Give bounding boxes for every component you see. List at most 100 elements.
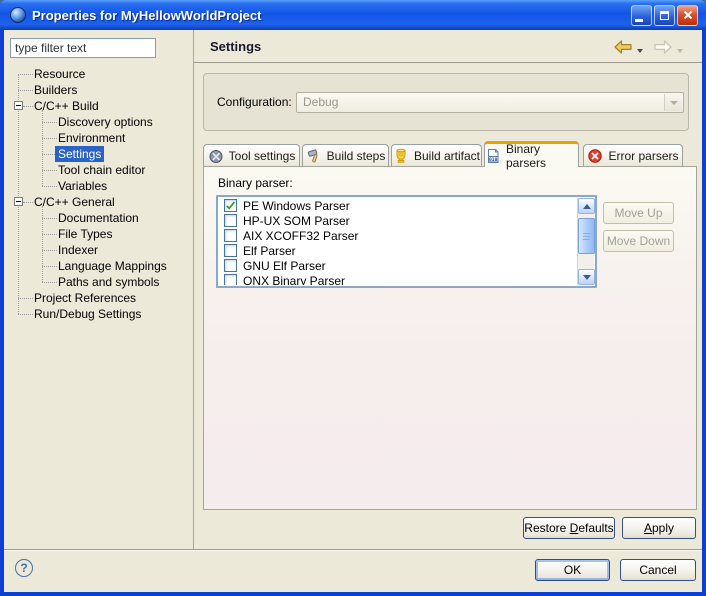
parser-label: HP-UX SOM Parser [243,214,350,228]
tab-label: Binary parsers [506,142,578,170]
ok-button[interactable]: OK [535,559,610,581]
scroll-down-icon[interactable] [578,269,595,285]
back-arrow-icon[interactable] [612,39,634,60]
checkbox-unchecked-icon[interactable] [224,244,237,257]
parser-row-elf-parser[interactable]: Elf Parser [219,243,577,258]
tree-item-run-debug-settings[interactable]: Run/Debug Settings [4,306,193,322]
tab-build-steps[interactable]: Build steps [302,144,389,166]
parser-label: Elf Parser [243,244,296,258]
dialog-client-area: ResourceBuildersC/C++ BuildDiscovery opt… [4,30,702,592]
scroll-up-icon[interactable] [578,198,595,214]
parser-label: QNX Binary Parser [243,274,345,286]
tree-item-discovery-options[interactable]: Discovery options [4,114,193,130]
tree-item-indexer[interactable]: Indexer [4,242,193,258]
help-button[interactable]: ? [15,559,33,577]
tab-label: Tool settings [229,149,296,163]
build-steps-icon [306,148,322,164]
tree-item-label: Settings [55,146,104,162]
tree-item-c-c-general[interactable]: C/C++ General [4,194,193,210]
error-parsers-icon [587,148,603,164]
close-button[interactable] [677,5,698,26]
tree-item-label: Variables [55,178,110,194]
restore-defaults-button[interactable]: Restore Defaults [523,517,615,539]
tab-label: Build steps [327,149,386,163]
scrollbar[interactable] [577,198,594,285]
tree-item-label: Documentation [55,210,142,226]
checkbox-unchecked-icon[interactable] [224,214,237,227]
tree-expander-icon[interactable] [14,197,23,206]
configuration-label: Configuration: [217,95,292,109]
tree-item-paths-and-symbols[interactable]: Paths and symbols [4,274,193,290]
binary-parser-label: Binary parser: [218,176,293,190]
tree-item-resource[interactable]: Resource [4,66,193,82]
tree-item-settings[interactable]: Settings [4,146,193,162]
tree-item-label: Language Mappings [55,258,170,274]
tab-binary-parsers[interactable]: 010 Binary parsers [484,141,579,167]
move-down-button[interactable]: Move Down [603,230,674,252]
filter-input[interactable] [10,38,156,58]
tool-settings-icon [208,148,224,164]
combo-arrow-icon [664,94,682,111]
back-dropdown-icon[interactable] [637,49,643,53]
parser-row-pe-windows-parser[interactable]: PE Windows Parser [219,198,577,213]
parser-row-qnx-binary-parser[interactable]: QNX Binary Parser [219,273,577,285]
forward-arrow-icon[interactable] [652,39,674,60]
configuration-group: Configuration: Debug [203,73,689,131]
parser-label: GNU Elf Parser [243,259,326,273]
binary-parser-list: PE Windows ParserHP-UX SOM ParserAIX XCO… [216,195,597,288]
maximize-button[interactable] [654,5,675,26]
history-nav [612,39,683,60]
tree-item-file-types[interactable]: File Types [4,226,193,242]
tree-item-language-mappings[interactable]: Language Mappings [4,258,193,274]
tree-item-label: C/C++ General [31,194,118,210]
tree-expander-icon[interactable] [14,101,23,110]
cancel-button[interactable]: Cancel [620,559,696,581]
tree-item-documentation[interactable]: Documentation [4,210,193,226]
forward-dropdown-icon[interactable] [677,49,683,53]
eclipse-app-icon [10,7,26,23]
tree-item-label: Discovery options [55,114,156,130]
binary-parser-rows: PE Windows ParserHP-UX SOM ParserAIX XCO… [219,198,577,285]
tree-item-environment[interactable]: Environment [4,130,193,146]
build-artifact-icon [393,148,409,164]
tree-item-label: File Types [55,226,115,242]
tab-label: Error parsers [608,149,678,163]
tab-bar: Tool settingsBuild stepsBuild artifact01… [203,144,697,166]
tab-error-parsers[interactable]: Error parsers [583,144,683,166]
checkbox-unchecked-icon[interactable] [224,259,237,272]
parser-row-hp-ux-som-parser[interactable]: HP-UX SOM Parser [219,213,577,228]
svg-text:010: 010 [489,157,498,163]
parser-row-aix-xcoff32-parser[interactable]: AIX XCOFF32 Parser [219,228,577,243]
configuration-select[interactable]: Debug [296,92,684,113]
tab-tool-settings[interactable]: Tool settings [203,144,300,166]
sidebar-divider [193,30,194,549]
tab-build-artifact[interactable]: Build artifact [391,144,482,166]
page-title: Settings [210,39,261,54]
titlebar[interactable]: Properties for MyHellowWorldProject [0,0,706,30]
tree-item-variables[interactable]: Variables [4,178,193,194]
tree-item-label: Environment [55,130,128,146]
apply-button[interactable]: Apply [622,517,696,539]
tree-item-label: Resource [31,66,88,82]
minimize-button[interactable] [631,5,652,26]
help-icon: ? [20,561,27,575]
tree-item-c-c-build[interactable]: C/C++ Build [4,98,193,114]
minimize-icon [635,19,643,22]
tree-item-label: Run/Debug Settings [31,306,144,322]
configuration-value: Debug [303,95,338,109]
checkbox-unchecked-icon[interactable] [224,229,237,242]
checkbox-unchecked-icon[interactable] [224,274,237,285]
move-up-button[interactable]: Move Up [603,202,674,224]
tree-item-project-references[interactable]: Project References [4,290,193,306]
footer-divider [4,549,702,551]
tree-item-builders[interactable]: Builders [4,82,193,98]
binary-parsers-panel: Binary parser: PE Windows ParserHP-UX SO… [203,166,697,510]
maximize-icon [660,11,669,20]
tree-item-tool-chain-editor[interactable]: Tool chain editor [4,162,193,178]
parser-row-gnu-elf-parser[interactable]: GNU Elf Parser [219,258,577,273]
scroll-thumb[interactable] [578,218,595,254]
tree-item-label: Paths and symbols [55,274,162,290]
tree-item-label: Builders [31,82,80,98]
checkbox-checked-icon[interactable] [224,199,237,212]
window-title: Properties for MyHellowWorldProject [32,8,631,23]
